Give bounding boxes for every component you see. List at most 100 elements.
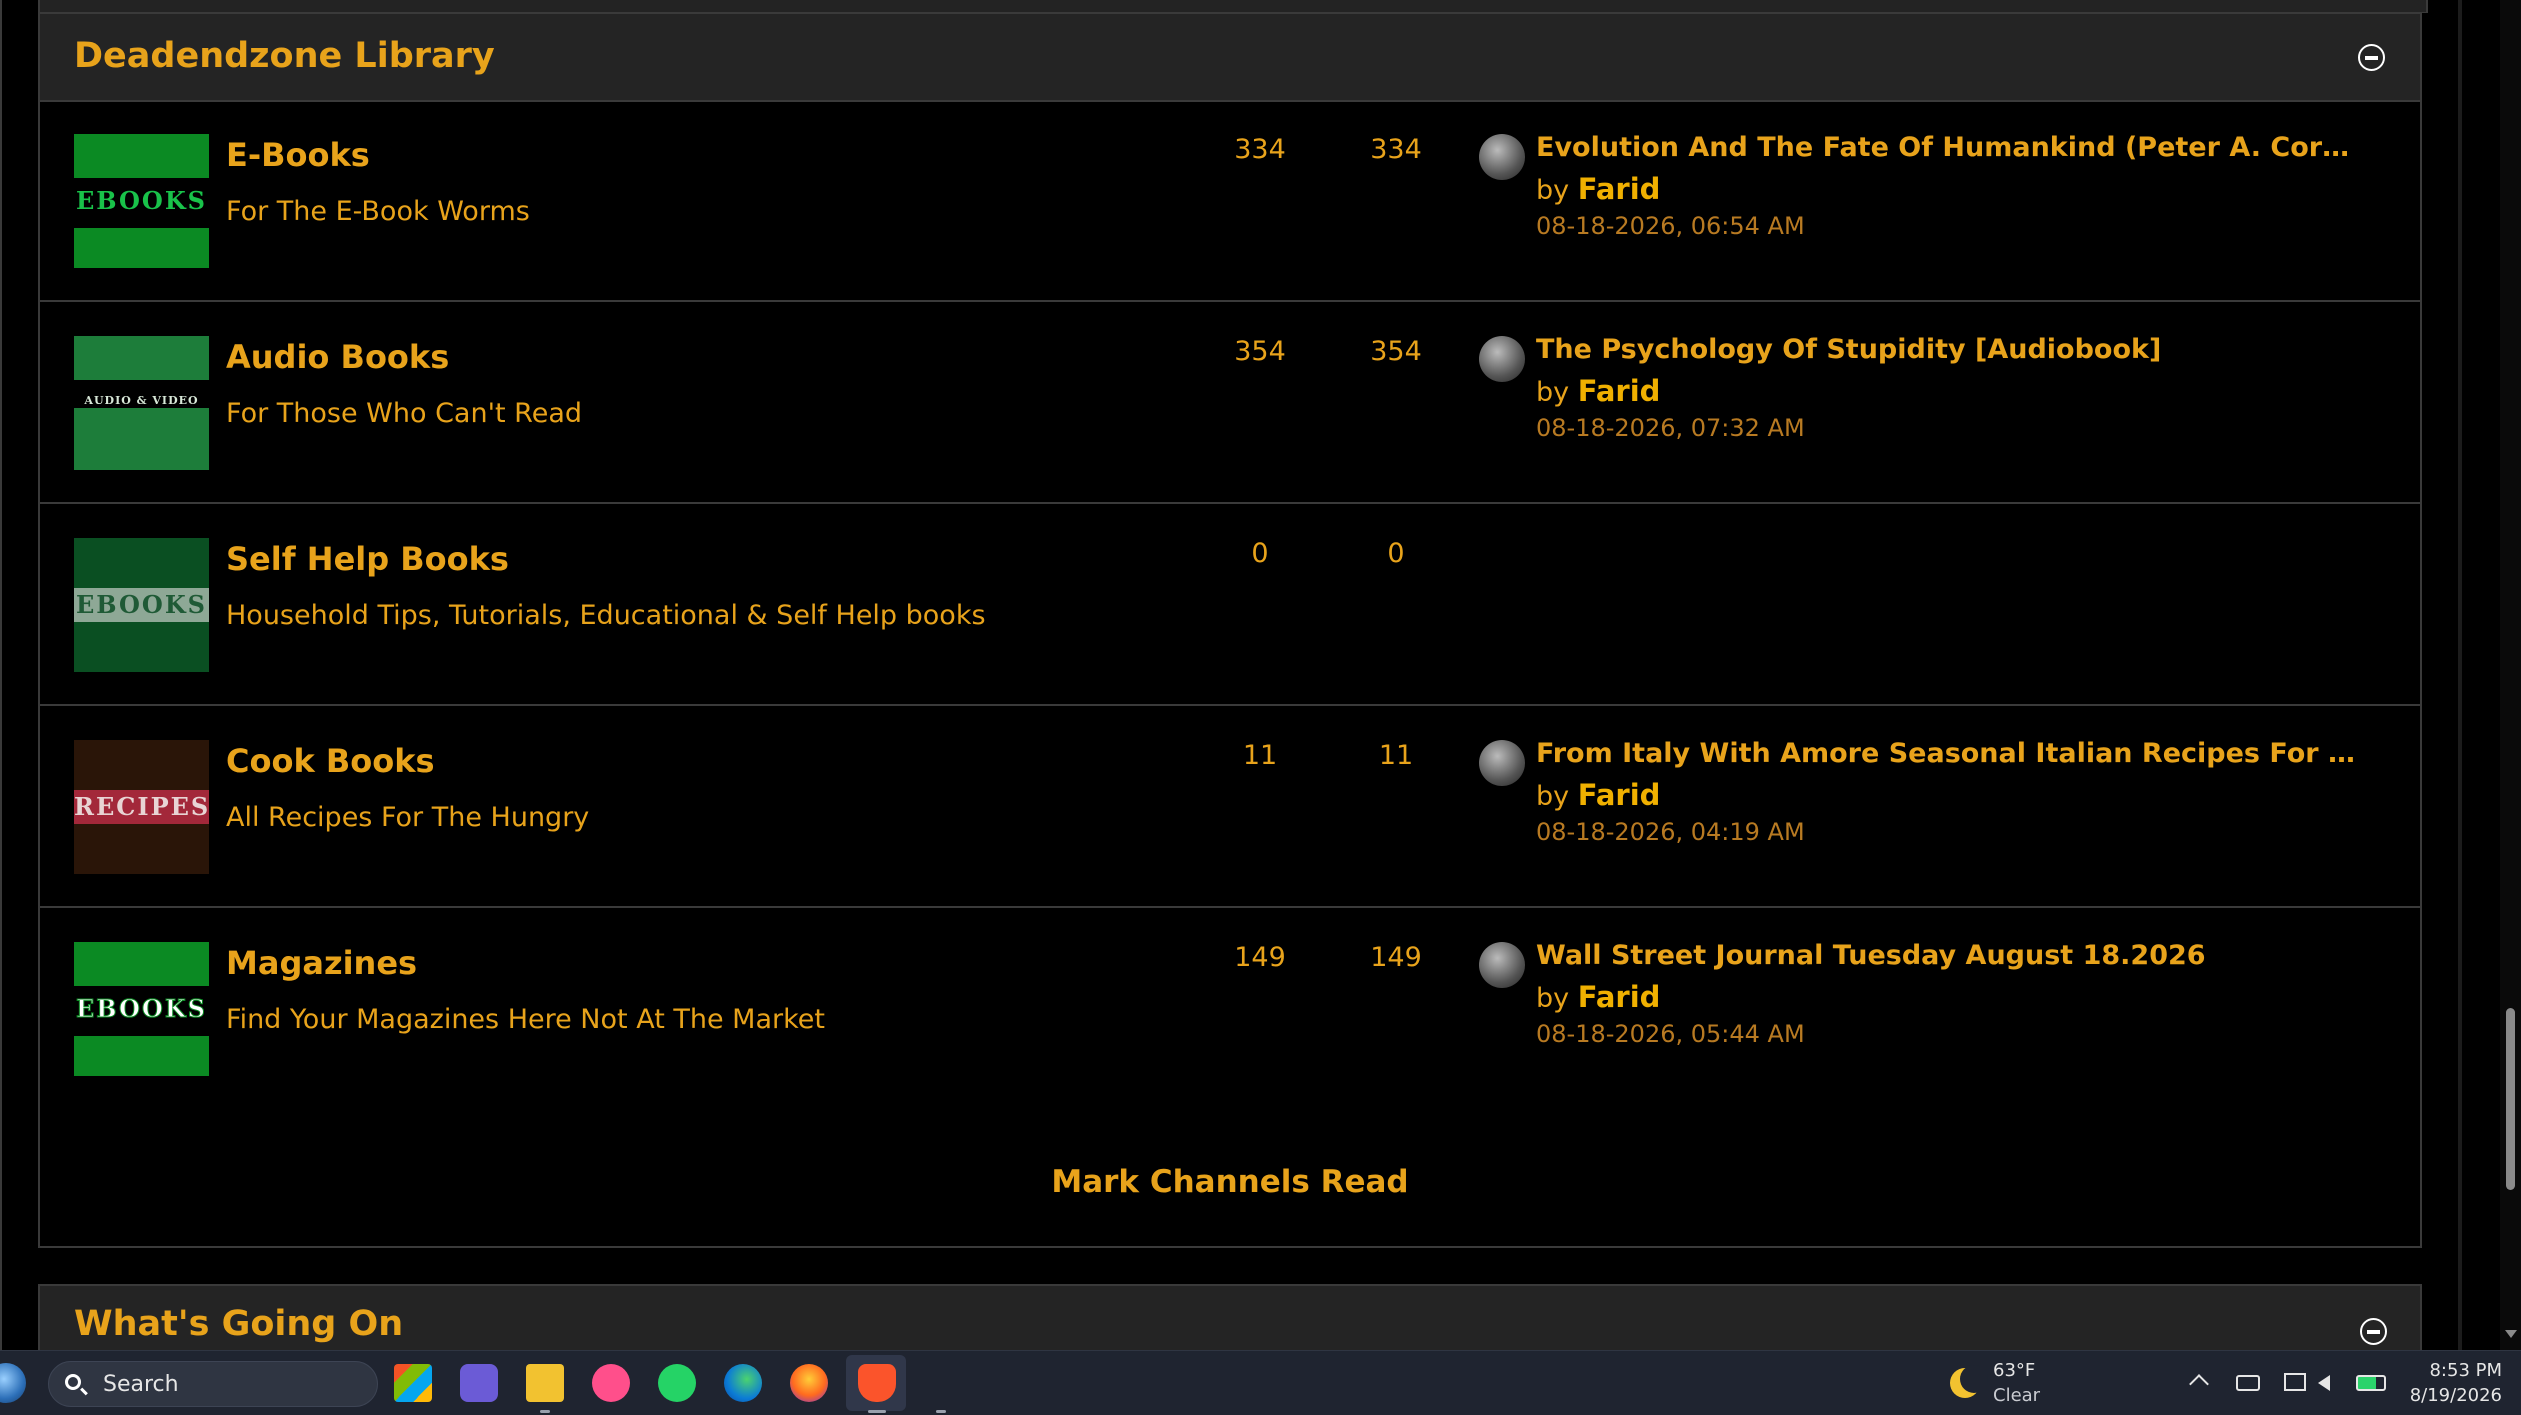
- minus-icon: [2367, 1330, 2380, 1334]
- last-post-date: 08-18-2026, 07:32 AM: [1536, 414, 1805, 442]
- avatar[interactable]: [1479, 336, 1525, 382]
- library-panel-header: Deadendzone Library: [40, 14, 2420, 102]
- author-link[interactable]: Farid: [1578, 778, 1661, 812]
- whatsapp-icon[interactable]: [658, 1364, 696, 1402]
- moon-weather-icon[interactable]: [1950, 1365, 1988, 1398]
- thread-count: 334: [1234, 134, 1286, 165]
- keyboard-icon[interactable]: [2236, 1375, 2260, 1391]
- forum-description: Find Your Magazines Here Not At The Mark…: [226, 1004, 825, 1035]
- forum-description: All Recipes For The Hungry: [226, 802, 590, 833]
- avatar[interactable]: [1479, 740, 1525, 786]
- forum-thumbnail-audio-books[interactable]: AUDIO & VIDEO: [74, 336, 209, 470]
- last-post-date: 08-18-2026, 06:54 AM: [1536, 212, 1805, 240]
- weather-condition[interactable]: Clear: [1993, 1385, 2040, 1406]
- thread-count: 11: [1242, 740, 1278, 771]
- whats-going-on-title[interactable]: What's Going On: [74, 1304, 403, 1344]
- brave-browser-button[interactable]: [846, 1355, 906, 1411]
- windows-taskbar: Search 63°F Clear 8:53 PM 8/19/2026: [0, 1350, 2521, 1415]
- library-panel: Deadendzone Library EBOOKS E-Books For T…: [38, 12, 2422, 1248]
- forum-link-cook-books[interactable]: Cook Books: [226, 742, 435, 780]
- browser-viewport: Deadendzone Library EBOOKS E-Books For T…: [0, 0, 2521, 1350]
- thumbnail-label: EBOOKS: [75, 994, 208, 1024]
- forum-row-self-help-books: EBOOKS Self Help Books Household Tips, T…: [40, 504, 2420, 706]
- collapse-library-button[interactable]: [2358, 44, 2385, 71]
- active-indicator: [868, 1410, 886, 1413]
- forum-row-magazines: EBOOKS Magazines Find Your Magazines Her…: [40, 908, 2420, 1110]
- thumbnail-label: RECIPES: [74, 792, 209, 821]
- author-link[interactable]: Farid: [1578, 172, 1661, 206]
- minus-icon: [2365, 56, 2378, 60]
- thread-count: 149: [1234, 942, 1286, 973]
- library-title[interactable]: Deadendzone Library: [74, 36, 495, 76]
- author-link[interactable]: Farid: [1578, 374, 1661, 408]
- last-post-date: 08-18-2026, 05:44 AM: [1536, 1020, 1805, 1048]
- avatar[interactable]: [1479, 134, 1525, 180]
- scrollbar-thumb[interactable]: [2506, 1008, 2515, 1190]
- forum-link-self-help-books[interactable]: Self Help Books: [226, 540, 509, 578]
- page-left-border: [0, 0, 2, 1350]
- last-post-link[interactable]: Evolution And The Fate Of Humankind (Pet…: [1536, 132, 2356, 163]
- file-explorer-icon[interactable]: [526, 1364, 564, 1402]
- thumbnail-label: EBOOKS: [75, 590, 208, 619]
- taskbar-overflow-indicator: [936, 1410, 946, 1413]
- clock-time[interactable]: 8:53 PM: [2412, 1360, 2502, 1381]
- last-post-author: by Farid: [1536, 374, 1660, 408]
- volume-icon[interactable]: [2318, 1375, 2330, 1391]
- microsoft-store-icon[interactable]: [394, 1364, 432, 1402]
- forum-row-audio-books: AUDIO & VIDEO Audio Books For Those Who …: [40, 302, 2420, 504]
- forum-description: Household Tips, Tutorials, Educational &…: [226, 600, 986, 631]
- forum-description: For The E-Book Worms: [226, 196, 530, 227]
- last-post-date: 08-18-2026, 04:19 AM: [1536, 818, 1805, 846]
- forum-thumbnail-ebooks[interactable]: EBOOKS: [74, 134, 209, 268]
- forum-row-cook-books: RECIPES Cook Books All Recipes For The H…: [40, 706, 2420, 908]
- by-label: by: [1536, 983, 1570, 1014]
- page-right-border: [2458, 0, 2462, 1350]
- last-post-link[interactable]: Wall Street Journal Tuesday August 18.20…: [1536, 940, 2356, 971]
- last-post-link[interactable]: From Italy With Amore Seasonal Italian R…: [1536, 738, 2356, 769]
- clock-date[interactable]: 8/19/2026: [2402, 1385, 2502, 1406]
- avatar[interactable]: [1479, 942, 1525, 988]
- firefox-icon[interactable]: [790, 1364, 828, 1402]
- forum-link-magazines[interactable]: Magazines: [226, 944, 417, 982]
- post-count: 354: [1370, 336, 1422, 367]
- battery-icon[interactable]: [2356, 1375, 2386, 1391]
- running-indicator: [540, 1410, 550, 1413]
- globe-icon[interactable]: [0, 1363, 26, 1403]
- last-post-author: by Farid: [1536, 980, 1660, 1014]
- brave-browser-icon: [858, 1364, 896, 1402]
- thumbnail-label: AUDIO & VIDEO: [84, 394, 199, 407]
- collapse-whats-going-on-button[interactable]: [2360, 1318, 2387, 1345]
- whats-going-on-panel: What's Going On: [38, 1284, 2422, 1350]
- author-link[interactable]: Farid: [1578, 980, 1661, 1014]
- weather-temperature[interactable]: 63°F: [1993, 1360, 2035, 1381]
- search-icon: [65, 1374, 81, 1390]
- forum-thumbnail-self-help-books[interactable]: EBOOKS: [74, 538, 209, 672]
- forum-link-ebooks[interactable]: E-Books: [226, 136, 370, 174]
- by-label: by: [1536, 781, 1570, 812]
- forum-row-ebooks: EBOOKS E-Books For The E-Book Worms 334 …: [40, 100, 2420, 302]
- last-post-link[interactable]: The Psychology Of Stupidity [Audiobook]: [1536, 334, 2356, 365]
- forum-thumbnail-cook-books[interactable]: RECIPES: [74, 740, 209, 874]
- chevron-up-icon[interactable]: [2189, 1374, 2209, 1394]
- mark-channels-read-link[interactable]: Mark Channels Read: [40, 1164, 2420, 1200]
- music-app-icon[interactable]: [592, 1364, 630, 1402]
- post-count: 334: [1370, 134, 1422, 165]
- forum-thumbnail-magazines[interactable]: EBOOKS: [74, 942, 209, 1076]
- forum-description: For Those Who Can't Read: [226, 398, 583, 429]
- thumbnail-label: EBOOKS: [75, 186, 208, 215]
- copilot-icon[interactable]: [460, 1364, 498, 1402]
- forum-link-audio-books[interactable]: Audio Books: [226, 338, 449, 376]
- last-post-author: by Farid: [1536, 778, 1660, 812]
- search-placeholder: Search: [103, 1372, 179, 1397]
- network-icon[interactable]: [2284, 1373, 2306, 1391]
- post-count: 149: [1370, 942, 1422, 973]
- vertical-scrollbar[interactable]: [2500, 0, 2521, 1350]
- thread-count: 0: [1251, 538, 1269, 569]
- post-count: 0: [1387, 538, 1405, 569]
- scroll-down-arrow-icon[interactable]: [2505, 1330, 2517, 1338]
- last-post-author: by Farid: [1536, 172, 1660, 206]
- edge-browser-icon[interactable]: [724, 1364, 762, 1402]
- thread-count: 354: [1234, 336, 1286, 367]
- taskbar-search-box[interactable]: Search: [48, 1361, 378, 1407]
- post-count: 11: [1378, 740, 1414, 771]
